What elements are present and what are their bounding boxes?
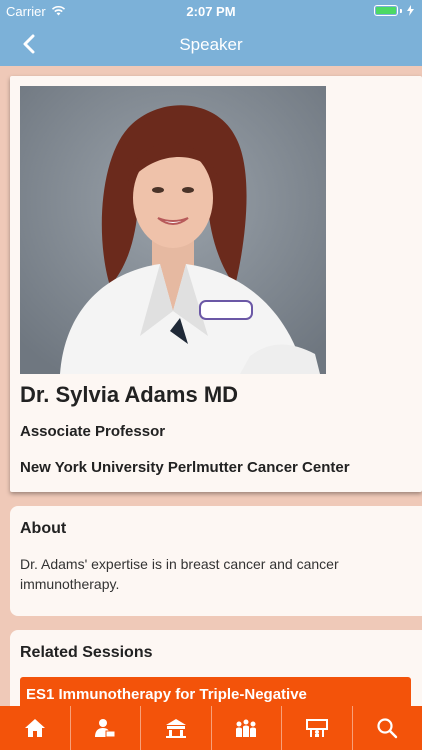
tab-exhibitors[interactable] [282, 706, 353, 750]
speaker-photo [20, 86, 326, 374]
speaker-content[interactable]: Dr. Sylvia Adams MD Associate Professor … [0, 66, 422, 706]
tab-sessions[interactable] [141, 706, 212, 750]
battery-icon [374, 5, 414, 16]
about-text: Dr. Adams' expertise is in breast cancer… [20, 556, 339, 592]
tab-bar [0, 706, 422, 750]
about-card: About Dr. Adams' expertise is in breast … [10, 506, 422, 616]
exhibitor-icon [305, 719, 328, 737]
people-icon [236, 719, 257, 737]
page-title: Speaker [179, 35, 243, 54]
speaker-organization: New York University Perlmutter Cancer Ce… [20, 459, 350, 476]
search-icon [377, 718, 398, 739]
speaker-name: Dr. Sylvia Adams MD [20, 382, 239, 407]
status-time: 2:07 PM [186, 4, 236, 19]
related-sessions-heading: Related Sessions [20, 644, 153, 661]
home-icon [24, 719, 45, 737]
tab-attendees[interactable] [212, 706, 282, 750]
tab-search[interactable] [353, 706, 422, 750]
speaker-icon [95, 719, 116, 738]
speaker-title: Associate Professor [20, 423, 166, 440]
nav-bar: Speaker [0, 22, 422, 66]
about-heading: About [20, 520, 67, 537]
tab-speakers[interactable] [71, 706, 141, 750]
session-title: ES1 Immunotherapy for Triple-Negative [26, 686, 307, 703]
related-sessions-card: Related Sessions ES1 Immunotherapy for T… [10, 630, 422, 706]
session-icon [165, 719, 186, 738]
speaker-card: Dr. Sylvia Adams MD Associate Professor … [10, 76, 422, 492]
session-item[interactable]: ES1 Immunotherapy for Triple-Negative [20, 677, 411, 706]
tab-home[interactable] [0, 706, 71, 750]
status-bar: Carrier 2:07 PM [0, 0, 422, 22]
